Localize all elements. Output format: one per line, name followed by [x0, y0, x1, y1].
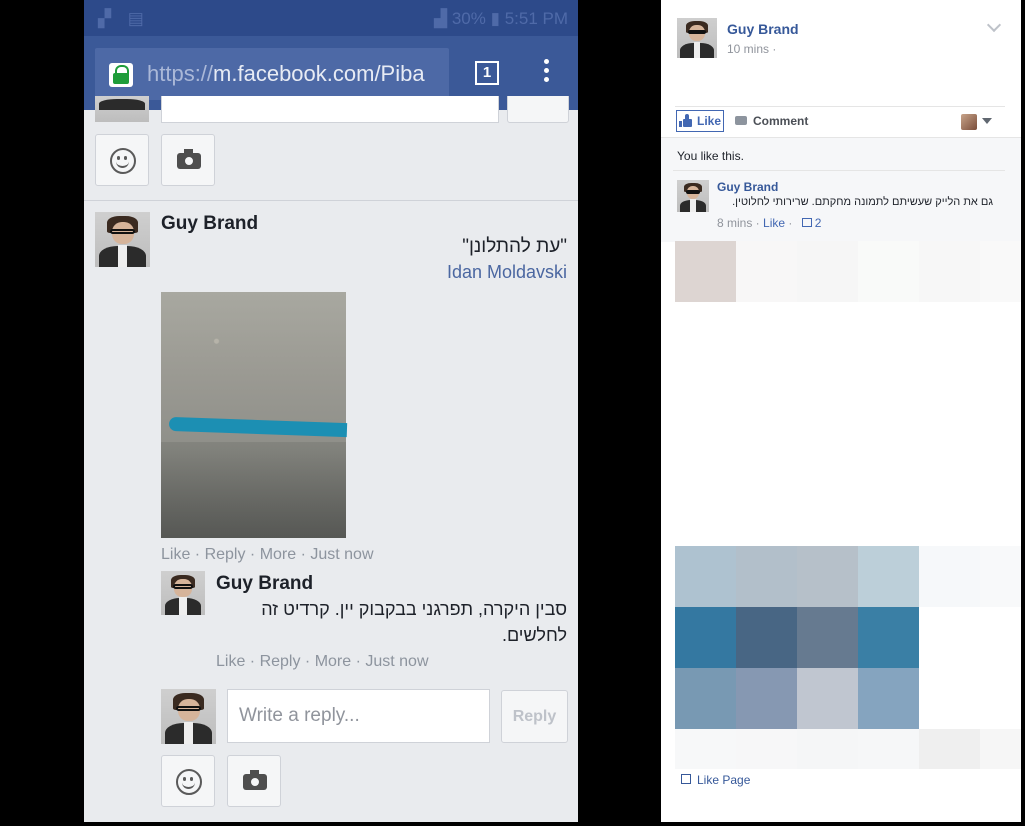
like-button[interactable]: Like [676, 110, 724, 132]
redacted-area [858, 546, 919, 607]
status-info: ▟ 30% ▮ 5:51 PM [434, 9, 568, 29]
likes-summary: You like this. [677, 149, 744, 163]
caret-down-icon [982, 118, 992, 124]
composer-avatar [161, 689, 216, 744]
signal-icon: ▟ [434, 9, 448, 28]
notification-icons: ▞ ▤ [98, 9, 150, 28]
post-as-selector[interactable] [961, 114, 992, 130]
redacted-area [797, 729, 858, 769]
mini-avatar [961, 114, 977, 130]
tagged-person-link[interactable]: Idan Moldavski [161, 262, 567, 283]
redacted-area [858, 607, 919, 668]
overflow-menu-icon[interactable] [539, 59, 553, 89]
previous-reply-input[interactable] [161, 96, 499, 123]
redacted-area [858, 668, 919, 729]
redacted-area [919, 546, 980, 607]
comments-section: You like this. Guy Brand גם את הלייק שעש… [661, 137, 1021, 242]
camera-icon [177, 149, 201, 169]
redacted-area [919, 241, 980, 302]
divider [84, 200, 578, 201]
redacted-area [797, 546, 858, 607]
lock-icon [109, 63, 133, 87]
thumbs-up-icon [801, 218, 812, 227]
emoji-button[interactable] [95, 134, 149, 186]
comment-meta: 8 mins · Like · 2 [717, 216, 822, 230]
status-bar: ▞ ▤ ▟ 30% ▮ 5:51 PM [84, 0, 578, 36]
author-avatar[interactable] [677, 18, 717, 58]
redacted-area [980, 241, 1021, 302]
redacted-area [736, 607, 797, 668]
photo-button[interactable] [161, 134, 215, 186]
battery-level: 30% [451, 9, 486, 28]
redacted-area [675, 607, 736, 668]
redacted-area [858, 729, 919, 769]
desktop-post-panel: Guy Brand 10 mins · Like Comment You lik… [661, 0, 1021, 822]
reply-author[interactable]: Guy Brand [216, 573, 313, 595]
redacted-area [858, 241, 919, 302]
redacted-area [980, 546, 1021, 607]
redacted-area [797, 241, 858, 302]
reply-button[interactable]: Reply [501, 690, 568, 743]
write-reply-input[interactable]: Write a reply... [227, 689, 490, 743]
photo-button[interactable] [227, 755, 281, 807]
battery-icon: ▮ [490, 9, 500, 28]
pen [168, 416, 348, 438]
camera-icon [243, 770, 267, 790]
redacted-area [736, 729, 797, 769]
redacted-area [980, 729, 1021, 769]
reply-author-avatar[interactable] [161, 571, 205, 615]
post-photo[interactable] [161, 292, 348, 538]
author-avatar[interactable] [95, 212, 150, 267]
thumbs-up-icon [679, 114, 692, 127]
clock: 5:51 PM [504, 9, 568, 28]
mobile-screenshot: ▞ ▤ ▟ 30% ▮ 5:51 PM https://m.facebook.c… [84, 0, 578, 822]
reply-text: סבין היקרה, תפרגני בבקבוק יין. קרדיט זה … [261, 599, 567, 645]
comment-like-count[interactable]: 2 [815, 216, 822, 230]
chevron-down-icon[interactable] [986, 17, 1002, 33]
comment-time[interactable]: 8 mins · [717, 216, 763, 230]
emoji-button[interactable] [161, 755, 215, 807]
redacted-area [797, 668, 858, 729]
redacted-area [675, 729, 736, 769]
post-actions[interactable]: Like · Reply · More · Just now [161, 546, 374, 564]
smiley-icon [176, 769, 202, 795]
redacted-area [797, 607, 858, 668]
redacted-area [736, 241, 797, 302]
post-text: "עת להתלונן" [462, 236, 567, 257]
comment-icon [735, 116, 747, 125]
smiley-icon [110, 148, 136, 174]
comment-author[interactable]: Guy Brand [717, 180, 778, 194]
like-page-button[interactable]: Like Page [681, 773, 750, 787]
avatar [95, 96, 149, 122]
comment-like-link[interactable]: Like [763, 216, 785, 230]
redacted-area [736, 668, 797, 729]
post-timestamp[interactable]: 10 mins · [727, 42, 776, 56]
redacted-area [919, 729, 980, 769]
comment-text: גם את הלייק שעשיתם לתמונה מחקתם. שרירותי… [732, 196, 993, 208]
post-action-bar: Like Comment [675, 106, 1005, 137]
address-bar[interactable]: https://m.facebook.com/Piba [95, 48, 449, 100]
post-author[interactable]: Guy Brand [727, 21, 799, 37]
thumbs-up-icon [681, 774, 691, 784]
tab-switcher-button[interactable]: 1 [475, 61, 499, 85]
post-author[interactable]: Guy Brand [161, 213, 258, 235]
previous-reply-button[interactable] [507, 96, 569, 123]
comment-button[interactable]: Comment [733, 110, 808, 132]
redacted-area [736, 546, 797, 607]
url-text[interactable]: https://m.facebook.com/Piba [147, 61, 425, 87]
redacted-area [675, 546, 736, 607]
redacted-area [675, 241, 736, 302]
redacted-area [675, 668, 736, 729]
comment-avatar[interactable] [677, 180, 709, 212]
reply-actions[interactable]: Like · Reply · More · Just now [216, 653, 429, 671]
